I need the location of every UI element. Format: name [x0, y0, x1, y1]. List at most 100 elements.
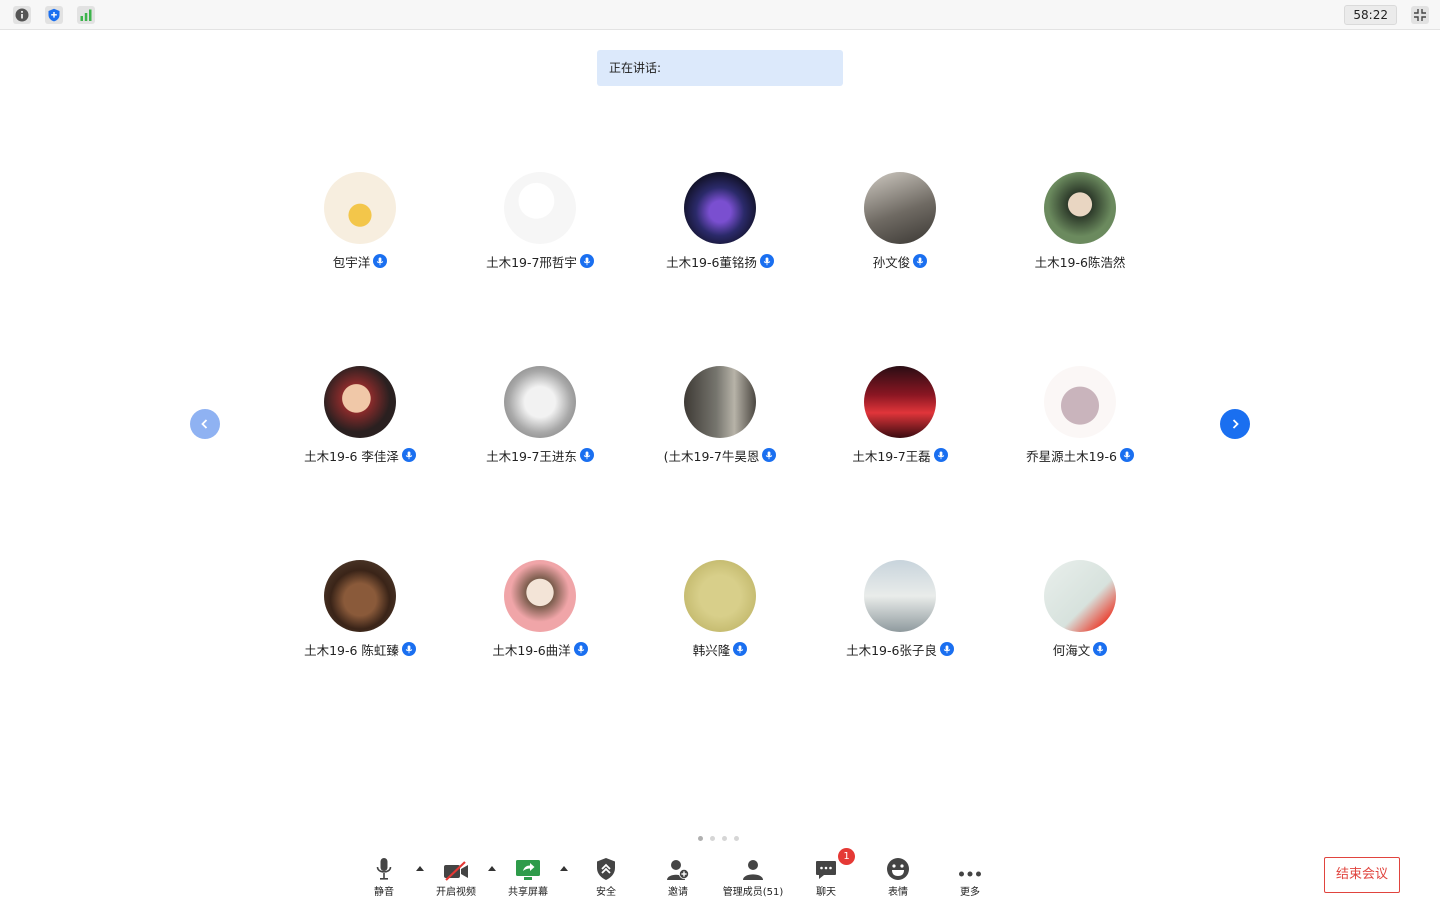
microphone-icon	[401, 448, 416, 462]
mute-button[interactable]: 静音	[364, 853, 404, 898]
page-dot[interactable]	[698, 836, 703, 841]
next-page-button[interactable]	[1220, 409, 1250, 439]
page-dot[interactable]	[734, 836, 739, 841]
participant-tile[interactable]: 土木19-6张子良	[810, 560, 990, 670]
signal-strength-icon[interactable]	[77, 6, 95, 24]
top-bar: 58:22	[0, 0, 1440, 30]
participant-name: 土木19-6 李佳泽	[304, 448, 399, 464]
video-off-icon	[444, 861, 468, 881]
microphone-icon	[373, 254, 388, 268]
microphone-icon	[1119, 448, 1134, 462]
participant-name: 土木19-6董铭扬	[666, 254, 757, 270]
start-video-label: 开启视频	[436, 887, 476, 898]
share-screen-button[interactable]: 共享屏幕	[504, 853, 552, 898]
avatar	[1044, 172, 1116, 244]
microphone-icon	[759, 254, 774, 268]
participant-tile[interactable]: 土木19-6陈浩然	[990, 172, 1170, 282]
microphone-icon	[939, 642, 954, 656]
participant-name: 土木19-6陈浩然	[1034, 254, 1126, 270]
participant-tile[interactable]: 土木19-7王进东	[450, 366, 630, 476]
participant-name: 土木19-6曲洋	[492, 642, 571, 658]
participant-name: 何海文	[1052, 642, 1091, 658]
mute-label: 静音	[374, 887, 394, 898]
avatar	[864, 560, 936, 632]
shield-icon[interactable]	[45, 6, 63, 24]
participant-name: (土木19-7牛昊恩	[663, 448, 760, 464]
chat-label: 聊天	[816, 887, 836, 898]
add-user-icon	[667, 860, 689, 880]
active-speaker-bar: 正在讲话:	[597, 50, 843, 86]
end-meeting-button[interactable]: 结束会议	[1324, 857, 1400, 893]
more-dots-icon	[959, 871, 981, 877]
microphone-icon	[579, 254, 594, 268]
avatar	[684, 366, 756, 438]
share-options-caret-icon[interactable]	[560, 866, 568, 871]
participant-name: 土木19-7王磊	[852, 448, 931, 464]
microphone-icon	[573, 642, 588, 656]
reactions-button[interactable]: 表情	[878, 853, 918, 898]
manage-participants-button[interactable]: 管理成员(51)	[722, 853, 784, 898]
info-icon[interactable]	[13, 6, 31, 24]
avatar	[504, 366, 576, 438]
participant-tile[interactable]: 土木19-6曲洋	[450, 560, 630, 670]
start-video-button[interactable]: 开启视频	[432, 853, 480, 898]
previous-page-button[interactable]	[190, 409, 220, 439]
share-screen-icon	[516, 860, 540, 880]
participant-tile[interactable]: 韩兴隆	[630, 560, 810, 670]
avatar	[324, 366, 396, 438]
participant-name: 土木19-6 陈虹臻	[304, 642, 399, 658]
participant-name: 孙文俊	[872, 254, 911, 270]
microphone-icon	[401, 642, 416, 656]
participant-tile[interactable]: 土木19-7王磊	[810, 366, 990, 476]
chevron-right-icon	[1232, 419, 1239, 429]
invite-button[interactable]: 邀请	[658, 853, 698, 898]
reactions-label: 表情	[888, 887, 908, 898]
security-label: 安全	[596, 887, 616, 898]
participant-tile[interactable]: 乔星源土木19-6	[990, 366, 1170, 476]
smiley-icon	[887, 858, 909, 880]
participant-name: 土木19-6张子良	[846, 642, 937, 658]
exit-fullscreen-icon[interactable]	[1411, 6, 1429, 24]
participant-name: 土木19-7邢哲宇	[486, 254, 577, 270]
avatar	[504, 560, 576, 632]
meeting-timer: 58:22	[1344, 5, 1397, 25]
participant-tile[interactable]: 何海文	[990, 560, 1170, 670]
avatar	[1044, 366, 1116, 438]
avatar	[864, 366, 936, 438]
manage-participants-label: 管理成员(51)	[722, 887, 784, 898]
video-options-caret-icon[interactable]	[488, 866, 496, 871]
page-dot[interactable]	[710, 836, 715, 841]
participant-tile[interactable]: 孙文俊	[810, 172, 990, 282]
more-button[interactable]: 更多	[950, 853, 990, 898]
avatar	[684, 172, 756, 244]
shield-icon	[597, 858, 615, 880]
microphone-icon	[579, 448, 594, 462]
microphone-icon	[733, 642, 748, 656]
chat-unread-badge: 1	[838, 848, 855, 865]
microphone-icon	[933, 448, 948, 462]
avatar	[504, 172, 576, 244]
page-dot[interactable]	[722, 836, 727, 841]
avatar	[324, 560, 396, 632]
more-label: 更多	[960, 887, 980, 898]
page-indicator	[698, 836, 739, 841]
security-button[interactable]: 安全	[586, 853, 626, 898]
audio-options-caret-icon[interactable]	[416, 866, 424, 871]
participant-tile[interactable]: 土木19-6 李佳泽	[270, 366, 450, 476]
participant-name: 土木19-7王进东	[486, 448, 577, 464]
avatar	[324, 172, 396, 244]
participant-tile[interactable]: 包宇洋	[270, 172, 450, 282]
microphone-icon	[913, 254, 928, 268]
chevron-left-icon	[201, 419, 208, 429]
avatar	[864, 172, 936, 244]
chat-icon	[816, 861, 836, 879]
participant-tile[interactable]: 土木19-6董铭扬	[630, 172, 810, 282]
participant-tile[interactable]: (土木19-7牛昊恩	[630, 366, 810, 476]
participant-name: 包宇洋	[332, 254, 371, 270]
participant-tile[interactable]: 土木19-7邢哲宇	[450, 172, 630, 282]
avatar	[684, 560, 756, 632]
share-screen-label: 共享屏幕	[508, 887, 548, 898]
microphone-icon	[1093, 642, 1108, 656]
participant-tile[interactable]: 土木19-6 陈虹臻	[270, 560, 450, 670]
participant-name: 乔星源土木19-6	[1026, 448, 1117, 464]
